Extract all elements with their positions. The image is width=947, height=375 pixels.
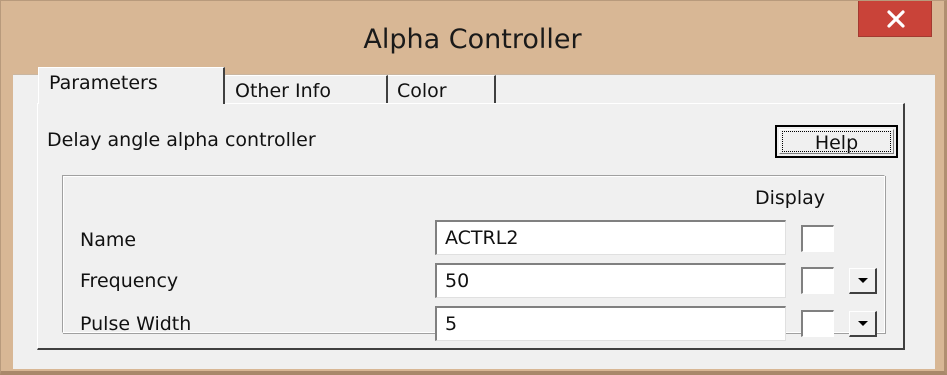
frequency-dropdown-button[interactable] xyxy=(849,268,877,294)
tab-parameters[interactable]: Parameters xyxy=(38,67,225,104)
pulse-width-dropdown-button[interactable] xyxy=(849,311,877,337)
pulse-width-display-checkbox[interactable] xyxy=(801,310,834,337)
frequency-label: Frequency xyxy=(80,270,179,292)
close-x-icon xyxy=(887,10,905,28)
window-title: Alpha Controller xyxy=(363,24,582,55)
frequency-display-checkbox[interactable] xyxy=(801,267,834,294)
name-field[interactable] xyxy=(435,220,786,255)
component-description: Delay angle alpha controller xyxy=(47,129,316,151)
display-column-header: Display xyxy=(755,187,826,209)
pulse-width-field[interactable] xyxy=(435,306,786,341)
tab-other-info-label: Other Info xyxy=(235,80,331,102)
title-bar[interactable]: Alpha Controller xyxy=(1,1,944,74)
tab-color[interactable]: Color xyxy=(388,75,496,104)
tab-parameters-label: Parameters xyxy=(49,72,158,94)
help-button[interactable]: Help xyxy=(775,125,898,158)
tab-color-label: Color xyxy=(397,80,447,102)
dropdown-arrow-icon xyxy=(858,321,868,326)
help-button-label: Help xyxy=(782,131,891,154)
dropdown-arrow-icon xyxy=(858,278,868,283)
name-display-checkbox[interactable] xyxy=(801,225,834,252)
dialog-client-area: Parameters Other Info Color Delay angle … xyxy=(13,67,935,369)
name-label: Name xyxy=(80,229,137,251)
close-button[interactable] xyxy=(858,1,932,37)
pulse-width-label: Pulse Width xyxy=(80,313,192,335)
parameters-group: Display Name Frequency Pulse Width xyxy=(62,175,885,341)
frequency-field[interactable] xyxy=(435,263,786,298)
alpha-controller-dialog: Alpha Controller Parameters Other Info C… xyxy=(0,0,947,375)
parameters-panel: Delay angle alpha controller Help Displa… xyxy=(37,103,905,350)
tab-other-info[interactable]: Other Info xyxy=(226,75,388,104)
